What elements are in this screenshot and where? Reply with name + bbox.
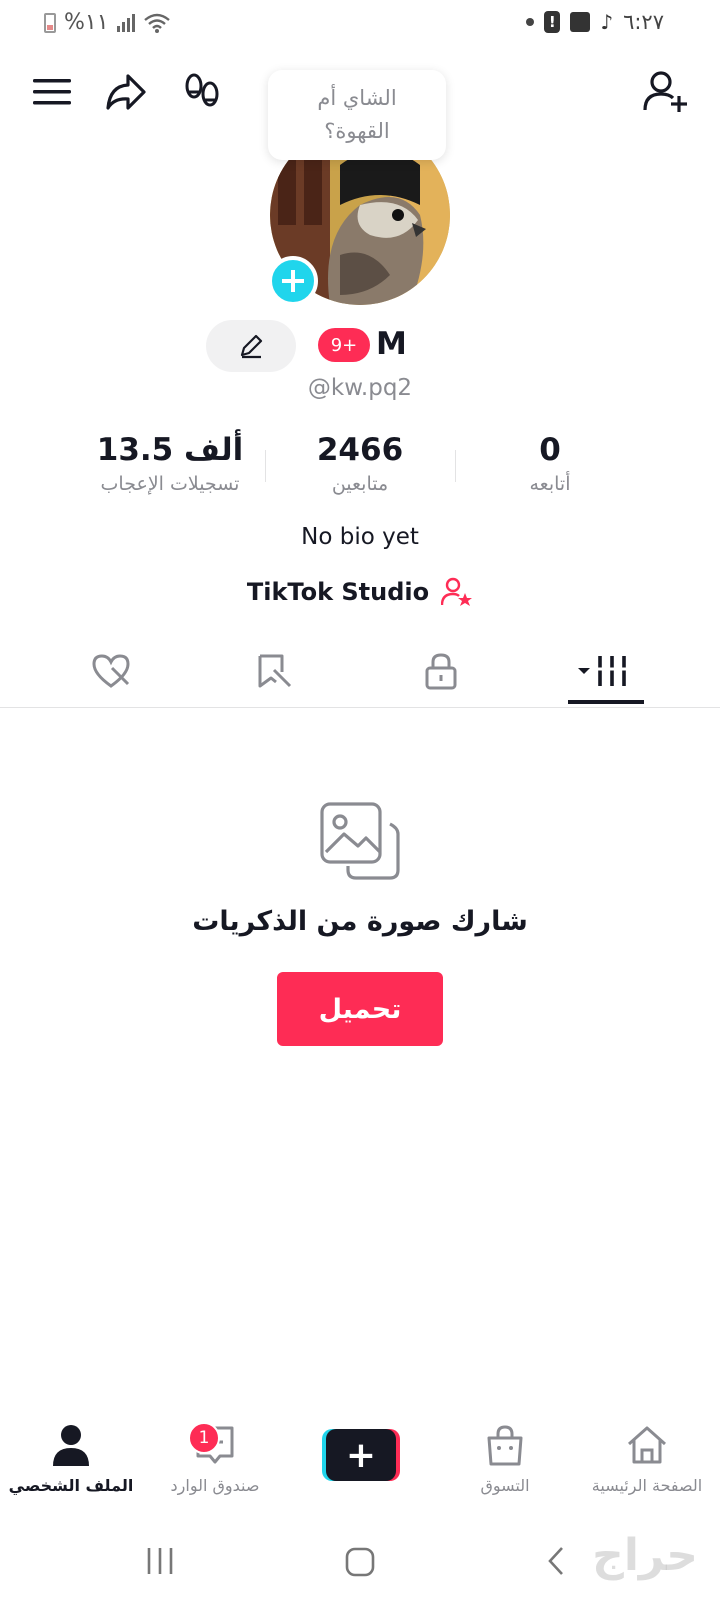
menu-icon[interactable] <box>28 68 76 116</box>
watermark-logo: حراج <box>592 1530 698 1581</box>
tiktok-note-icon: ♪ <box>600 10 614 34</box>
profile-tabs <box>0 634 720 708</box>
likes-stat[interactable]: 13.5 ألف تسجيلات الإعجاب <box>80 430 260 498</box>
inbox-badge: 1 <box>188 1422 220 1454</box>
bookmark-hidden-icon <box>258 654 292 688</box>
status-bar: %١١ ! ♪ ٦:٢٧ <box>0 0 720 46</box>
nav-shop-label: التسوق <box>480 1476 530 1495</box>
photo-placeholder-icon <box>318 800 402 884</box>
followers-count: 2466 <box>316 432 404 468</box>
following-label: أتابعه <box>529 473 571 495</box>
stat-divider <box>265 450 266 482</box>
edit-profile-button[interactable] <box>206 320 296 372</box>
tab-liked[interactable] <box>66 634 156 708</box>
alert-icon: ! <box>544 11 561 33</box>
dot-icon <box>526 18 535 26</box>
grid-icon <box>578 656 628 686</box>
home-button-icon[interactable] <box>344 1546 376 1578</box>
tiktok-studio-link[interactable]: TikTok Studio <box>0 577 720 607</box>
nav-home[interactable]: الصفحة الرئيسية <box>572 1420 720 1495</box>
studio-label: TikTok Studio <box>246 578 430 606</box>
nav-shop[interactable]: التسوق <box>430 1420 580 1495</box>
battery-icon <box>44 12 56 33</box>
likes-label: تسجيلات الإعجاب <box>100 473 240 495</box>
note-line-2: القهوة؟ <box>324 119 390 143</box>
following-count: 0 <box>539 432 561 468</box>
note-bubble[interactable]: الشاي أم القهوة؟ <box>268 70 446 160</box>
followers-label: متابعين <box>331 473 389 495</box>
nav-home-label: الصفحة الرئيسية <box>591 1476 703 1495</box>
recents-icon[interactable] <box>146 1546 174 1576</box>
battery-text: %١١ <box>64 10 109 35</box>
display-name: M <box>376 326 407 362</box>
tab-private[interactable] <box>396 634 486 708</box>
clock: ٦:٢٧ <box>623 10 664 34</box>
tab-saved[interactable] <box>228 634 318 708</box>
gallery-icon <box>570 12 591 32</box>
plus-icon <box>282 270 304 292</box>
heart-hidden-icon <box>92 654 130 688</box>
status-right: ! ♪ ٦:٢٧ <box>526 10 664 34</box>
nav-profile[interactable]: الملف الشخصي <box>0 1420 146 1495</box>
person-filled-icon <box>0 1420 146 1470</box>
upload-button[interactable]: تحميل <box>277 972 443 1046</box>
signal-icon <box>116 13 135 32</box>
shopping-bag-icon <box>430 1420 580 1470</box>
create-button[interactable]: + <box>322 1429 400 1481</box>
pencil-icon <box>240 334 263 359</box>
stat-divider <box>455 450 456 482</box>
empty-state-title: شارك صورة من الذكريات <box>192 906 528 937</box>
followers-stat[interactable]: 2466 متابعين <box>280 430 440 498</box>
active-tab-indicator <box>568 700 644 704</box>
bio-text[interactable]: No bio yet <box>0 524 720 550</box>
creator-star-icon <box>441 577 473 606</box>
add-friend-icon[interactable] <box>642 68 690 116</box>
lock-icon <box>425 653 457 690</box>
following-stat[interactable]: 0 أتابعه <box>480 430 620 498</box>
plus-icon: + <box>326 1429 396 1481</box>
share-icon[interactable] <box>102 68 150 116</box>
wifi-icon <box>143 13 170 33</box>
footprints-icon[interactable] <box>178 68 226 116</box>
home-icon <box>572 1420 720 1470</box>
likes-count: 13.5 ألف <box>96 432 244 468</box>
add-story-button[interactable] <box>268 256 318 306</box>
nav-inbox-label: صندوق الوارد <box>170 1476 260 1495</box>
username-handle: @kw.pq2 <box>307 375 413 401</box>
nav-inbox[interactable]: 1 صندوق الوارد <box>140 1420 290 1495</box>
note-line-1: الشاي أم <box>317 86 397 110</box>
back-icon[interactable] <box>546 1546 566 1576</box>
notification-badge[interactable]: 9+ <box>318 328 370 362</box>
nav-profile-label: الملف الشخصي <box>8 1476 134 1495</box>
status-left: %١١ <box>44 10 171 35</box>
tab-videos[interactable] <box>560 634 650 708</box>
